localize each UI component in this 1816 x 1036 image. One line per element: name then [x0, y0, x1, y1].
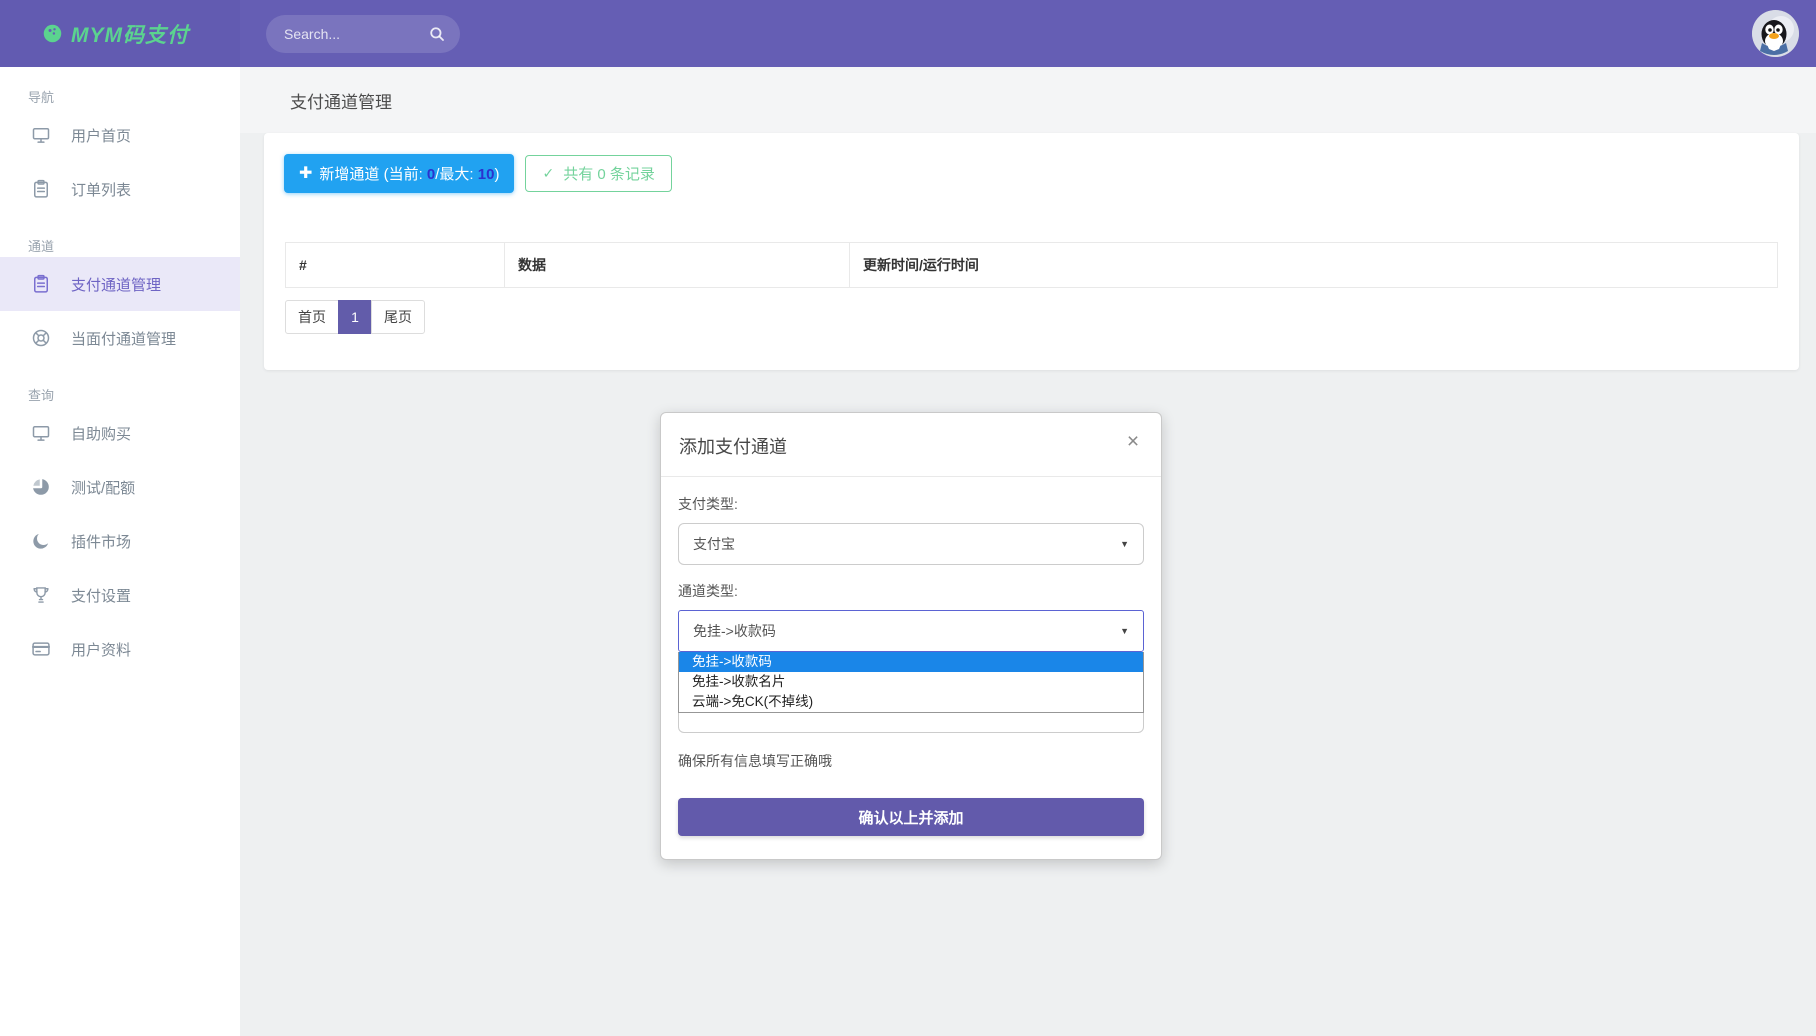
confirm-add-button[interactable]: 确认以上并添加 [678, 798, 1144, 836]
channel-type-selected-value: 免挂->收款码 [693, 621, 776, 641]
modal-header: 添加支付通道 × [661, 413, 1161, 477]
table-header-index: # [286, 243, 504, 287]
channel-list-card: ✚ 新增通道 (当前: 0/最大: 10) ✓ 共有 0 条记录 # 数据 更新… [264, 133, 1799, 370]
page-title: 支付通道管理 [290, 88, 392, 113]
chevron-down-icon: ▼ [1120, 626, 1129, 636]
modal-body: 支付类型: 支付宝 ▼ 通道类型: 免挂->收款码 ▼ 免挂->收款码 免挂->… [661, 477, 1161, 836]
brand: MYM码支付 [0, 0, 240, 67]
clipboard-icon [31, 274, 51, 294]
sidebar-item-label: 订单列表 [71, 179, 131, 200]
sidebar-section-nav: 导航 [28, 87, 240, 106]
sidebar-item-user-profile[interactable]: 用户资料 [0, 622, 240, 676]
sidebar-item-payment-channel-mgmt[interactable]: 支付通道管理 [0, 257, 240, 311]
search-icon[interactable] [428, 25, 446, 43]
sidebar-item-label: 用户资料 [71, 639, 131, 660]
sidebar-section-query: 查询 [28, 385, 240, 404]
add-channel-button[interactable]: ✚ 新增通道 (当前: 0/最大: 10) [284, 154, 514, 193]
pay-type-label: 支付类型: [678, 494, 1144, 514]
pagination-last-button[interactable]: 尾页 [371, 300, 425, 334]
credit-card-icon [31, 639, 51, 659]
pie-chart-icon [31, 477, 51, 497]
moon-icon [31, 531, 51, 551]
sidebar-item-f2f-channel-mgmt[interactable]: 当面付通道管理 [0, 311, 240, 365]
search-box[interactable] [266, 15, 460, 53]
dropdown-option-card[interactable]: 免挂->收款名片 [679, 672, 1143, 692]
sidebar-item-plugin-market[interactable]: 插件市场 [0, 514, 240, 568]
monitor-icon [31, 125, 51, 145]
dropdown-option-cloud[interactable]: 云端->免CK(不掉线) [679, 692, 1143, 712]
sidebar-item-self-purchase[interactable]: 自助购买 [0, 406, 240, 460]
add-payment-channel-modal: 添加支付通道 × 支付类型: 支付宝 ▼ 通道类型: 免挂->收款码 ▼ 免挂-… [660, 412, 1162, 860]
trophy-icon [31, 585, 51, 605]
life-ring-icon [31, 328, 51, 348]
plus-icon: ✚ [299, 166, 312, 182]
channel-type-label: 通道类型: [678, 581, 1144, 601]
records-count-button[interactable]: ✓ 共有 0 条记录 [525, 155, 671, 192]
pagination: 首页 1 尾页 [285, 300, 1799, 334]
sidebar-item-label: 用户首页 [71, 125, 131, 146]
close-icon[interactable]: × [1121, 430, 1145, 454]
channel-type-dropdown: 免挂->收款码 免挂->收款名片 云端->免CK(不掉线) [678, 652, 1144, 713]
table-header-data: 数据 [504, 243, 849, 287]
clipboard-icon [31, 179, 51, 199]
app-title: MYM码支付 [71, 19, 189, 49]
page-header: 支付通道管理 [240, 67, 1816, 133]
sidebar-item-label: 支付通道管理 [71, 274, 161, 295]
sidebar-item-label: 当面付通道管理 [71, 328, 176, 349]
pay-type-selected-value: 支付宝 [693, 534, 735, 554]
search-input[interactable] [284, 26, 428, 42]
channel-type-select[interactable]: 免挂->收款码 ▼ [678, 610, 1144, 652]
avatar[interactable] [1752, 10, 1799, 57]
sidebar-item-label: 插件市场 [71, 531, 131, 552]
monitor-icon [31, 423, 51, 443]
add-channel-label: 新增通道 (当前: 0/最大: 10) [319, 163, 499, 184]
sidebar-item-test-quota[interactable]: 测试/配额 [0, 460, 240, 514]
form-hint: 确保所有信息填写正确哦 [678, 751, 1144, 771]
dropdown-option-qr[interactable]: 免挂->收款码 [679, 652, 1143, 672]
chevron-down-icon: ▼ [1120, 539, 1129, 549]
channel-table: # 数据 更新时间/运行时间 [285, 242, 1778, 288]
sidebar-item-label: 支付设置 [71, 585, 131, 606]
modal-title: 添加支付通道 [679, 437, 787, 457]
sidebar-item-user-home[interactable]: 用户首页 [0, 108, 240, 162]
records-count-label: 共有 0 条记录 [563, 163, 655, 184]
sidebar: 导航 用户首页 订单列表 通道 支付通道管理 当面付通道管理 查询 自助购买 [0, 67, 240, 1036]
pagination-current-page[interactable]: 1 [338, 300, 372, 334]
pay-type-select[interactable]: 支付宝 ▼ [678, 523, 1144, 565]
sidebar-item-label: 测试/配额 [71, 477, 135, 498]
sidebar-section-channel: 通道 [28, 236, 240, 255]
pagination-first-button[interactable]: 首页 [285, 300, 339, 334]
table-header-time: 更新时间/运行时间 [849, 243, 1777, 287]
top-bar: MYM码支付 [0, 0, 1816, 67]
sidebar-item-order-list[interactable]: 订单列表 [0, 162, 240, 216]
check-icon: ✓ [542, 165, 554, 182]
logo-icon [42, 23, 63, 44]
sidebar-item-label: 自助购买 [71, 423, 131, 444]
sidebar-item-payment-settings[interactable]: 支付设置 [0, 568, 240, 622]
